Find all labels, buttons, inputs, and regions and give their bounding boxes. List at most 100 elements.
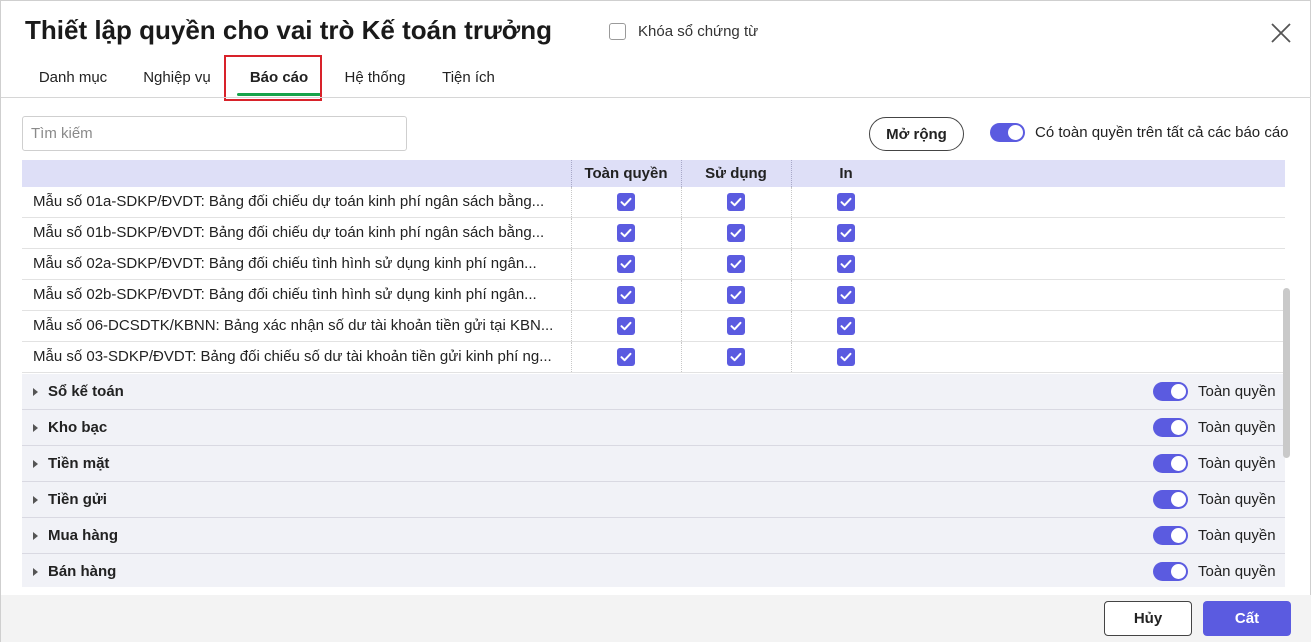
column-divider	[681, 187, 682, 217]
use-checkbox[interactable]	[727, 193, 745, 211]
report-name: Mẫu số 02a-SDKP/ĐVDT: Bảng đối chiếu tìn…	[33, 255, 537, 272]
report-name: Mẫu số 01a-SDKP/ĐVDT: Bảng đối chiếu dự …	[33, 193, 545, 210]
use-checkbox[interactable]	[727, 286, 745, 304]
caret-right-icon[interactable]	[33, 388, 38, 396]
checkmark-icon	[620, 321, 632, 331]
column-divider	[571, 280, 572, 310]
tab-bar: Danh mục Nghiệp vụ Báo cáo Hệ thống Tiện…	[21, 57, 516, 97]
group-toggle[interactable]	[1153, 382, 1188, 401]
checkmark-icon	[840, 197, 852, 207]
group-full-permission[interactable]: Toàn quyền	[1153, 418, 1276, 437]
search-input[interactable]	[22, 116, 407, 151]
column-divider	[681, 280, 682, 310]
group-full-permission[interactable]: Toàn quyền	[1153, 526, 1276, 545]
print-checkbox[interactable]	[837, 193, 855, 211]
full-permission-checkbox[interactable]	[617, 193, 635, 211]
caret-right-icon[interactable]	[33, 424, 38, 432]
checkmark-icon	[620, 290, 632, 300]
print-checkbox[interactable]	[837, 317, 855, 335]
report-group[interactable]: Tiền mặt Toàn quyền	[22, 446, 1285, 482]
permission-table: Toàn quyền Sử dụng In Mẫu số 01a-SDKP/ĐV…	[22, 160, 1285, 587]
group-toggle[interactable]	[1153, 454, 1188, 473]
group-toggle-label: Toàn quyền	[1198, 455, 1276, 472]
checkmark-icon	[840, 352, 852, 362]
full-permission-checkbox[interactable]	[617, 286, 635, 304]
group-toggle[interactable]	[1153, 490, 1188, 509]
column-divider	[681, 311, 682, 341]
report-group[interactable]: Kho bạc Toàn quyền	[22, 410, 1285, 446]
report-group[interactable]: Tiền gửi Toàn quyền	[22, 482, 1285, 518]
column-divider	[681, 218, 682, 248]
full-permission-checkbox[interactable]	[617, 224, 635, 242]
use-checkbox[interactable]	[727, 317, 745, 335]
toggle-knob	[1171, 384, 1186, 399]
tab-bao-cao[interactable]: Báo cáo	[229, 57, 329, 97]
tab-label: Báo cáo	[249, 68, 309, 86]
table-row: Mẫu số 02a-SDKP/ĐVDT: Bảng đối chiếu tìn…	[22, 249, 1285, 280]
group-full-permission[interactable]: Toàn quyền	[1153, 382, 1276, 401]
report-group[interactable]: Sổ kế toán Toàn quyền	[22, 374, 1285, 410]
lock-vouchers-checkbox[interactable]: Khóa sổ chứng từ	[609, 23, 758, 40]
full-permission-checkbox[interactable]	[617, 255, 635, 273]
print-checkbox[interactable]	[837, 255, 855, 273]
column-divider	[791, 280, 792, 310]
table-row: Mẫu số 02b-SDKP/ĐVDT: Bảng đối chiếu tìn…	[22, 280, 1285, 311]
dialog-title: Thiết lập quyền cho vai trò Kế toán trưở…	[25, 15, 553, 45]
checkmark-icon	[730, 321, 742, 331]
all-reports-full-permission[interactable]: Có toàn quyền trên tất cả các báo cáo	[990, 123, 1289, 142]
checkmark-icon	[620, 259, 632, 269]
group-name: Kho bạc	[48, 419, 108, 436]
column-divider	[681, 249, 682, 279]
report-name: Mẫu số 03-SDKP/ĐVDT: Bảng đối chiếu số d…	[33, 348, 552, 365]
group-toggle[interactable]	[1153, 526, 1188, 545]
caret-right-icon[interactable]	[33, 496, 38, 504]
report-name: Mẫu số 06-DCSDTK/KBNN: Bảng xác nhận số …	[33, 317, 554, 334]
use-checkbox[interactable]	[727, 255, 745, 273]
tab-label: Hệ thống	[344, 68, 406, 86]
cancel-button[interactable]: Hủy	[1104, 601, 1192, 636]
checkmark-icon	[730, 228, 742, 238]
group-name: Sổ kế toán	[48, 383, 124, 400]
column-header-full-permission: Toàn quyền	[584, 165, 668, 182]
full-permission-checkbox[interactable]	[617, 317, 635, 335]
all-reports-toggle[interactable]	[990, 123, 1025, 142]
expand-button[interactable]: Mở rộng	[869, 117, 964, 151]
lock-vouchers-label: Khóa sổ chứng từ	[638, 23, 759, 40]
group-toggle[interactable]	[1153, 562, 1188, 581]
table-row: Mẫu số 03-SDKP/ĐVDT: Bảng đối chiếu số d…	[22, 342, 1285, 373]
column-divider	[571, 218, 572, 248]
close-icon[interactable]	[1269, 21, 1293, 45]
report-group[interactable]: Bán hàng Toàn quyền	[22, 554, 1285, 587]
group-full-permission[interactable]: Toàn quyền	[1153, 490, 1276, 509]
use-checkbox[interactable]	[727, 224, 745, 242]
report-name: Mẫu số 01b-SDKP/ĐVDT: Bảng đối chiếu dự …	[33, 224, 545, 241]
caret-right-icon[interactable]	[33, 460, 38, 468]
checkmark-icon	[730, 259, 742, 269]
print-checkbox[interactable]	[837, 224, 855, 242]
table-scrollbar-thumb[interactable]	[1283, 288, 1290, 458]
active-tab-indicator	[237, 93, 321, 96]
checkbox-box[interactable]	[609, 23, 626, 40]
tab-he-thong[interactable]: Hệ thống	[329, 57, 421, 97]
use-checkbox[interactable]	[727, 348, 745, 366]
tab-danh-muc[interactable]: Danh mục	[21, 57, 125, 97]
checkmark-icon	[730, 352, 742, 362]
caret-right-icon[interactable]	[33, 532, 38, 540]
caret-right-icon[interactable]	[33, 568, 38, 576]
group-full-permission[interactable]: Toàn quyền	[1153, 562, 1276, 581]
report-group[interactable]: Mua hàng Toàn quyền	[22, 518, 1285, 554]
print-checkbox[interactable]	[837, 286, 855, 304]
group-toggle-label: Toàn quyền	[1198, 491, 1276, 508]
column-divider	[791, 342, 792, 372]
toggle-knob	[1171, 528, 1186, 543]
close-button[interactable]	[1269, 21, 1293, 45]
group-toggle-label: Toàn quyền	[1198, 527, 1276, 544]
full-permission-checkbox[interactable]	[617, 348, 635, 366]
group-full-permission[interactable]: Toàn quyền	[1153, 454, 1276, 473]
print-checkbox[interactable]	[837, 348, 855, 366]
tab-tien-ich[interactable]: Tiện ích	[421, 57, 516, 97]
group-toggle[interactable]	[1153, 418, 1188, 437]
group-toggle-label: Toàn quyền	[1198, 383, 1276, 400]
save-button[interactable]: Cất	[1203, 601, 1291, 636]
tab-nghiep-vu[interactable]: Nghiệp vụ	[125, 57, 229, 97]
